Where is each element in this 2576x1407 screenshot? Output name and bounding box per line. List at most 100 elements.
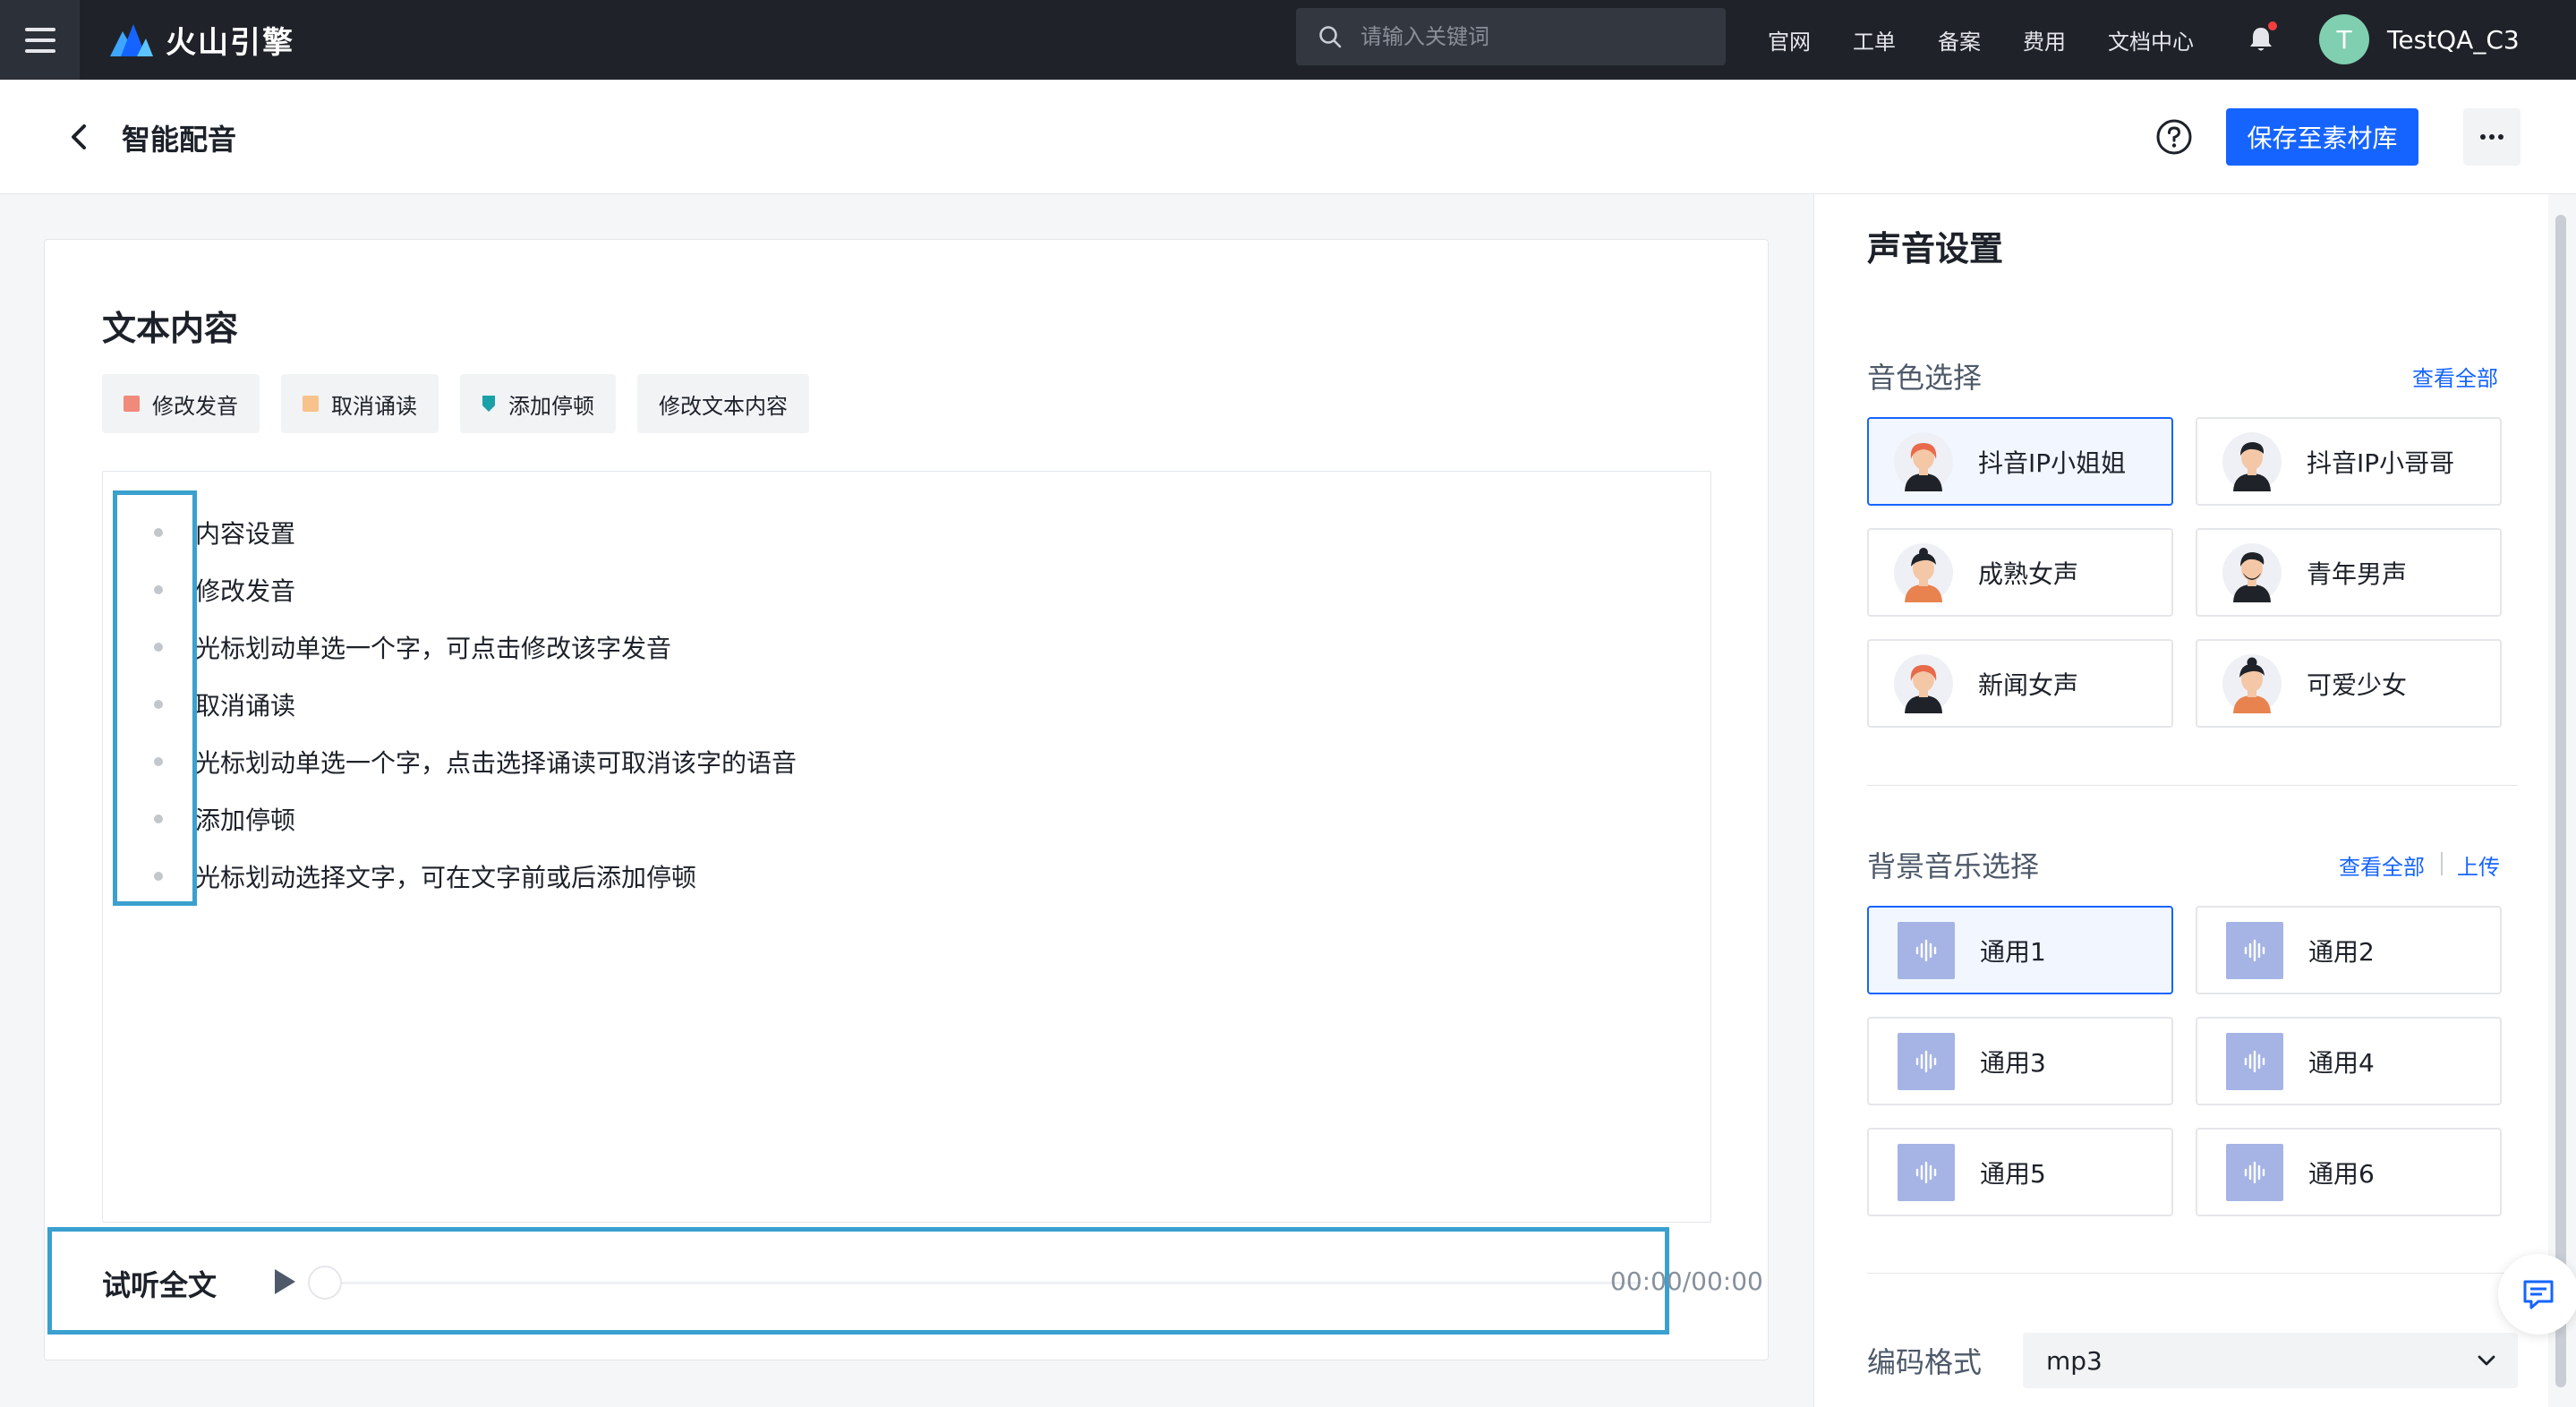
- voice-card-cute-girl[interactable]: 可爱少女: [2196, 639, 2502, 728]
- pause-marker-icon: [482, 396, 495, 412]
- encoding-format-value: mp3: [2046, 1345, 2103, 1376]
- waveform-icon: [2226, 921, 2283, 979]
- play-icon[interactable]: [271, 1266, 298, 1297]
- page-title: 智能配音: [122, 123, 237, 157]
- help-icon[interactable]: [2154, 117, 2194, 157]
- voice-card-douyin-boy[interactable]: 抖音IP小哥哥: [2196, 417, 2502, 506]
- bullet-icon: [154, 643, 163, 652]
- encoding-format-select[interactable]: mp3: [2023, 1333, 2518, 1388]
- app-root: 火山引擎 官网 工单 备案 费用 文档中心 T TestQA_C3: [0, 0, 2576, 1407]
- voice-settings-title: 声音设置: [1867, 229, 2004, 269]
- voice-view-all-link[interactable]: 查看全部: [2412, 361, 2498, 392]
- scrollbar-thumb[interactable]: [2555, 215, 2566, 1387]
- music-view-all-link[interactable]: 查看全部: [2339, 849, 2425, 881]
- seek-track[interactable]: [342, 1282, 1640, 1284]
- voice-card-young-male[interactable]: 青年男声: [2196, 528, 2502, 617]
- music-name: 通用4: [2308, 1047, 2375, 1078]
- voice-name: 抖音IP小哥哥: [2307, 448, 2455, 478]
- waveform-icon: [1898, 921, 1955, 979]
- back-arrow-icon[interactable]: [63, 119, 95, 155]
- encoding-format-label: 编码格式: [1867, 1345, 1983, 1379]
- female-avatar-icon: [1894, 431, 1953, 491]
- modify-pronunciation-button[interactable]: 修改发音: [102, 374, 260, 433]
- panel-scrollbar[interactable]: [2552, 206, 2570, 1396]
- list-item-text: 取消诵读: [195, 691, 296, 721]
- music-card-general-6[interactable]: 通用6: [2196, 1128, 2502, 1216]
- list-item-text: 修改发音: [195, 576, 296, 606]
- list-item-text: 光标划动单选一个字，点击选择诵读可取消该字的语音: [195, 748, 798, 778]
- global-search: [1296, 8, 1726, 65]
- feedback-button[interactable]: [2498, 1254, 2576, 1335]
- voice-card-mature-female[interactable]: 成熟女声: [1867, 528, 2173, 617]
- notification-badge: [2268, 21, 2277, 30]
- voice-settings-panel: 声音设置 音色选择 查看全部 抖音IP小姐姐 抖音IP小哥哥 成熟女声 青年男声…: [1813, 194, 2548, 1407]
- notification-button[interactable]: [2245, 21, 2277, 55]
- nav-item-docs[interactable]: 文档中心: [2108, 24, 2194, 55]
- brand-name: 火山引擎: [166, 25, 294, 61]
- voice-card-douyin-girl[interactable]: 抖音IP小姐姐: [1867, 417, 2173, 506]
- section-divider: [1867, 785, 2518, 786]
- tool-label: 修改文本内容: [659, 393, 788, 419]
- audio-preview-player: 试听全文 00:00/00:00: [102, 1263, 1763, 1302]
- list-item-text: 光标划动单选一个字，可点击修改该字发音: [195, 634, 672, 663]
- text-content-title: 文本内容: [102, 309, 239, 348]
- bullet-icon: [154, 700, 163, 709]
- edit-text-button[interactable]: 修改文本内容: [637, 374, 809, 433]
- voice-name: 成熟女声: [1978, 559, 2079, 589]
- page-header: 智能配音 保存至素材库: [0, 80, 2576, 194]
- more-options-button[interactable]: [2463, 108, 2521, 166]
- waveform-icon: [2226, 1032, 2283, 1090]
- user-menu[interactable]: T TestQA_C3: [2319, 14, 2520, 64]
- nav-item-official-site[interactable]: 官网: [1768, 24, 1811, 55]
- voice-card-news-female[interactable]: 新闻女声: [1867, 639, 2173, 728]
- volcano-logo-icon: [110, 23, 153, 56]
- link-separator: [2441, 852, 2443, 875]
- text-content-card: 文本内容 修改发音 取消诵读 添加停顿 修改文本内容 内容设置 修改发音 光标划…: [44, 239, 1769, 1360]
- voice-select-label: 音色选择: [1867, 361, 1983, 395]
- nav-item-icp-filing[interactable]: 备案: [1938, 24, 1981, 55]
- bullet-icon: [154, 528, 163, 537]
- tool-label: 取消诵读: [331, 393, 417, 419]
- bullet-icon: [154, 757, 163, 766]
- female-avatar-icon: [2222, 653, 2282, 713]
- playback-time: 00:00/00:00: [1610, 1266, 1763, 1296]
- search-input[interactable]: [1361, 24, 1701, 49]
- waveform-icon: [1898, 1032, 1955, 1090]
- nav-item-tickets[interactable]: 工单: [1853, 24, 1896, 55]
- hamburger-icon: [24, 27, 55, 53]
- music-name: 通用1: [1980, 936, 2046, 967]
- pronunciation-marker-icon: [124, 396, 140, 412]
- nav-item-billing[interactable]: 费用: [2023, 24, 2066, 55]
- voice-name: 可爱少女: [2307, 669, 2408, 700]
- list-item-text: 内容设置: [195, 519, 296, 549]
- user-name: TestQA_C3: [2387, 24, 2520, 55]
- music-card-general-1[interactable]: 通用1: [1867, 906, 2173, 994]
- female-avatar-icon: [1894, 542, 1953, 602]
- more-dots-icon: [2480, 134, 2486, 140]
- text-editor[interactable]: 内容设置 修改发音 光标划动单选一个字，可点击修改该字发音 取消诵读 光标划动单…: [102, 471, 1711, 1223]
- top-nav: 官网 工单 备案 费用 文档中心: [1768, 0, 2236, 80]
- top-bar: 火山引擎 官网 工单 备案 费用 文档中心 T TestQA_C3: [0, 0, 2576, 80]
- voice-name: 抖音IP小姐姐: [1978, 448, 2127, 478]
- seek-handle[interactable]: [308, 1266, 342, 1300]
- chevron-down-icon: [2478, 1355, 2495, 1366]
- waveform-icon: [1898, 1143, 1955, 1201]
- tool-label: 添加停顿: [508, 393, 594, 419]
- add-pause-button[interactable]: 添加停顿: [460, 374, 616, 433]
- music-card-general-5[interactable]: 通用5: [1867, 1128, 2173, 1216]
- brand-logo[interactable]: 火山引擎: [108, 18, 294, 62]
- music-name: 通用5: [1980, 1158, 2046, 1189]
- bullet-icon: [154, 872, 163, 881]
- music-card-general-2[interactable]: 通用2: [2196, 906, 2502, 994]
- tool-label: 修改发音: [152, 393, 238, 419]
- music-upload-link[interactable]: 上传: [2457, 849, 2500, 881]
- cancel-reading-button[interactable]: 取消诵读: [281, 374, 439, 433]
- music-card-general-4[interactable]: 通用4: [2196, 1017, 2502, 1105]
- cancel-reading-marker-icon: [303, 396, 319, 412]
- editor-toolbar: 修改发音 取消诵读 添加停顿 修改文本内容: [102, 374, 831, 433]
- music-card-general-3[interactable]: 通用3: [1867, 1017, 2173, 1105]
- save-to-library-button[interactable]: 保存至素材库: [2226, 108, 2418, 166]
- search-icon: [1319, 26, 1342, 48]
- bullet-icon: [154, 814, 163, 823]
- hamburger-menu-button[interactable]: [0, 0, 80, 80]
